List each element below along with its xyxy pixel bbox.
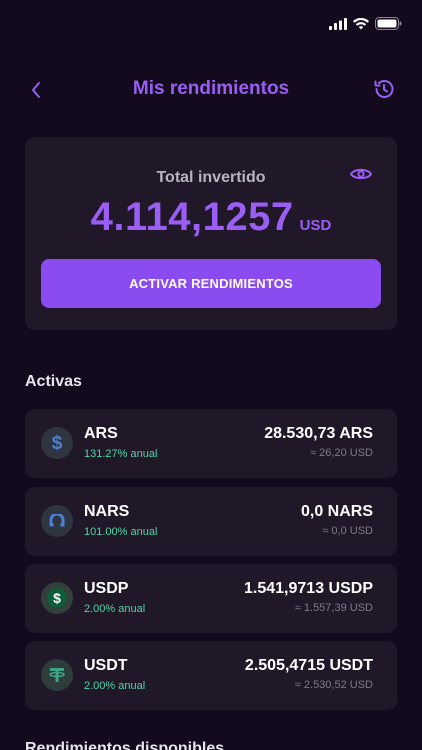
nars-icon [41, 505, 73, 537]
svg-text:$: $ [52, 433, 63, 454]
asset-balance: 1.541,9713 USDP [244, 580, 373, 597]
tether-icon [41, 659, 73, 691]
asset-row-usdp[interactable]: $ USDP 2.00% anual 1.541,9713 USDP ≈ 1.5… [25, 564, 397, 633]
asset-balance: 28.530,73 ARS [264, 425, 373, 442]
asset-rate: 131.27% anual [84, 448, 158, 460]
asset-usd-equivalent: ≈ 26,20 USD [310, 447, 373, 459]
asset-row-usdt[interactable]: USDT 2.00% anual 2.505,4715 USDT ≈ 2.530… [25, 641, 397, 710]
history-icon [374, 80, 394, 98]
asset-usd-equivalent: ≈ 2.530,52 USD [294, 679, 373, 691]
status-bar [0, 0, 422, 50]
asset-row-ars[interactable]: $ ARS 131.27% anual 28.530,73 ARS ≈ 26,2… [25, 409, 397, 478]
total-amount-row: 4.114,1257 USD [25, 195, 397, 240]
asset-rate: 2.00% anual [84, 680, 146, 692]
toggle-visibility-button[interactable] [349, 162, 373, 186]
asset-name: NARS [84, 503, 130, 520]
page-title: Mis rendimientos [132, 78, 290, 99]
asset-name: USDP [84, 580, 129, 597]
usdp-icon: $ [41, 582, 73, 614]
asset-balance: 2.505,4715 USDT [244, 657, 373, 674]
asset-row-nars[interactable]: NARS 101.00% anual 0,0 NARS ≈ 0,0 USD [25, 487, 397, 556]
asset-balance: 0,0 NARS [300, 503, 373, 520]
nav-header: Mis rendimientos [0, 70, 422, 110]
asset-rate: 2.00% anual [84, 603, 146, 615]
asset-usd-equivalent: ≈ 0,0 USD [322, 525, 373, 537]
asset-name: USDT [84, 657, 128, 674]
active-section-title: Activas [25, 373, 82, 390]
status-icons [329, 17, 402, 30]
available-section-title: Rendimientos disponibles [25, 740, 225, 750]
total-invested-card: Total invertido 4.114,1257 USD ACTIVAR RE… [25, 137, 397, 330]
activate-yields-button[interactable]: ACTIVAR RENDIMIENTOS [41, 259, 381, 308]
wifi-icon [353, 17, 369, 29]
battery-icon [375, 17, 402, 30]
history-button[interactable] [370, 75, 398, 103]
total-amount: 4.114,1257 [90, 195, 294, 239]
total-invested-label: Total invertido [156, 169, 266, 186]
total-unit: USD [299, 217, 332, 234]
signal-icon [329, 17, 347, 30]
asset-name: ARS [84, 425, 118, 442]
svg-text:$: $ [53, 590, 61, 606]
asset-usd-equivalent: ≈ 1.557,39 USD [294, 602, 373, 614]
eye-icon [350, 168, 372, 180]
peso-icon: $ [41, 427, 73, 459]
asset-rate: 101.00% anual [84, 526, 158, 538]
